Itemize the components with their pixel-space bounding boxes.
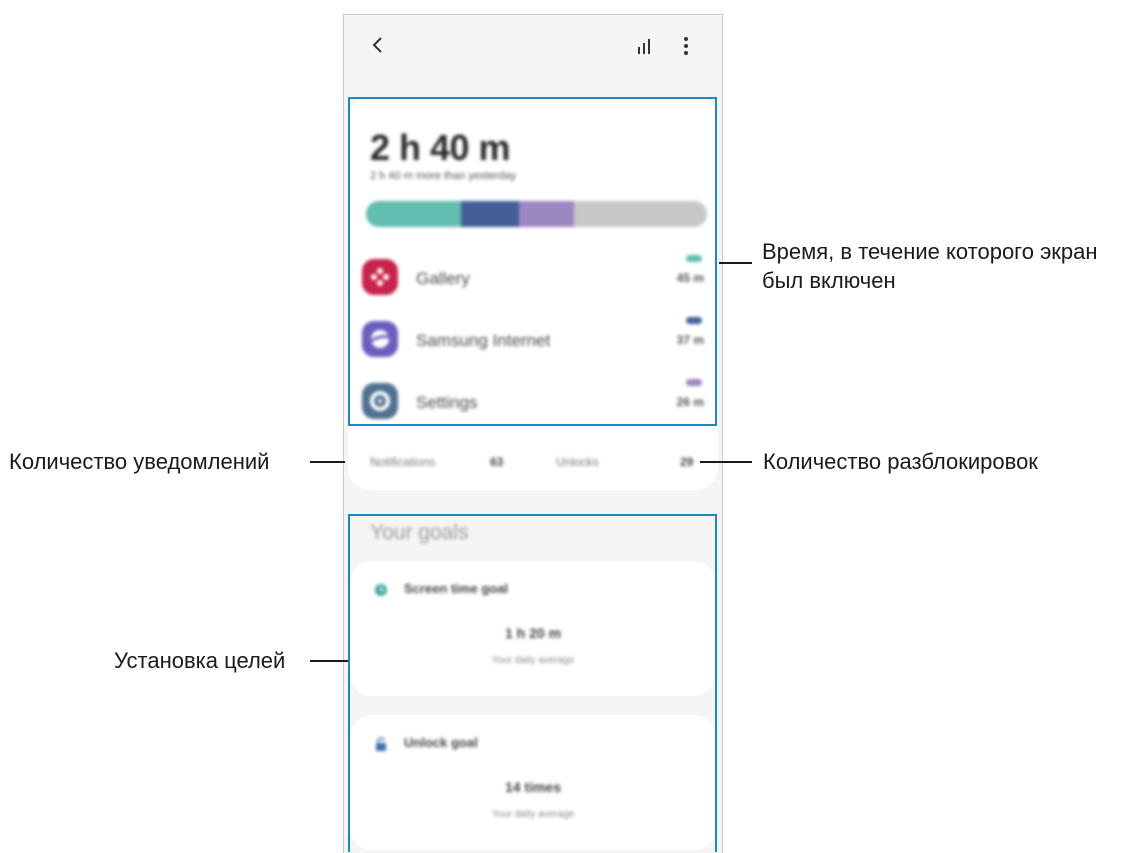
callout-line-goals — [310, 660, 348, 662]
top-app-bar — [344, 15, 722, 85]
notifications-count: 63 — [490, 455, 504, 469]
goals-highlight — [348, 514, 717, 852]
unlocks-count: 29 — [680, 455, 694, 469]
screen-time-highlight — [348, 97, 717, 426]
unlocks-label: Unlocks — [556, 455, 599, 469]
callout-goals: Установка целей — [114, 648, 286, 673]
callout-screen-time: Время, в течение которого экран был вклю… — [762, 237, 1098, 295]
back-arrow-icon[interactable] — [366, 33, 390, 57]
callout-line-notifications — [310, 461, 345, 463]
callout-line-screen-time — [719, 262, 752, 264]
callout-notifications: Количество уведомлений — [9, 449, 270, 474]
more-options-icon[interactable] — [678, 35, 694, 57]
counts-row: Notifications 63 Unlocks 29 — [344, 443, 722, 483]
callout-screen-time-line1: Время, в течение которого экран — [762, 239, 1098, 264]
callout-line-unlocks — [700, 461, 752, 463]
callout-screen-time-line2: был включен — [762, 268, 896, 293]
notifications-label: Notifications — [370, 455, 436, 469]
bar-chart-icon[interactable] — [636, 37, 656, 55]
callout-unlocks: Количество разблокировок — [763, 449, 1038, 474]
